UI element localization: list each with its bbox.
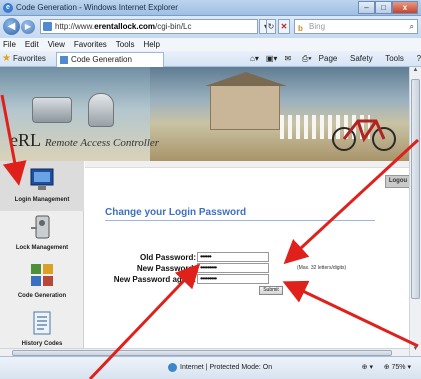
scroll-up-icon[interactable]: ▲ bbox=[410, 67, 421, 77]
favorites-button[interactable]: ★ Favorites bbox=[2, 51, 46, 67]
sidebar-item-label: Code Generation bbox=[17, 293, 67, 299]
menu-favorites[interactable]: Favorites bbox=[74, 38, 107, 51]
knob-lock-image bbox=[88, 93, 114, 127]
refresh-icon[interactable]: ↻ bbox=[266, 19, 276, 34]
maximize-button[interactable]: □ bbox=[375, 1, 392, 14]
status-bar: Internet | Protected Mode: On ⊕ ▾ ⊕ 75% … bbox=[0, 356, 421, 379]
old-password-row: Old Password: •••••• bbox=[85, 252, 409, 263]
url-prefix: http://www. bbox=[55, 22, 95, 31]
new-password-label: New Password: bbox=[136, 264, 196, 273]
menu-view[interactable]: View bbox=[48, 38, 65, 51]
security-zone[interactable]: Internet | Protected Mode: On bbox=[168, 357, 272, 379]
search-icon[interactable]: ⌕ bbox=[410, 20, 414, 33]
scroll-down-icon[interactable]: ▼ bbox=[410, 346, 421, 356]
page-icon bbox=[60, 56, 68, 64]
password-hint: (Max. 32 letters/digits) bbox=[297, 265, 347, 271]
old-password-input[interactable]: •••••• bbox=[197, 252, 269, 262]
confirm-password-label: New Password again: bbox=[113, 275, 196, 284]
sidebar-item-lock-management[interactable]: Lock Management bbox=[0, 209, 84, 259]
logo-tagline: Remote Access Controller bbox=[44, 137, 160, 149]
browser-window: e Code Generation - Windows Internet Exp… bbox=[0, 0, 421, 379]
document-icon bbox=[33, 311, 51, 335]
sidebar-item-code-generation[interactable]: Code Generation bbox=[0, 257, 84, 307]
menu-tools[interactable]: Tools bbox=[116, 38, 135, 51]
main-panel: Logou Change your Login Password Old Pas… bbox=[85, 161, 409, 356]
menu-help[interactable]: Help bbox=[143, 38, 159, 51]
main-topbar bbox=[85, 161, 409, 168]
title-bar: e Code Generation - Windows Internet Exp… bbox=[0, 0, 421, 16]
sidebar-item-label: Login Management bbox=[14, 197, 70, 203]
keypad-lock-image bbox=[32, 97, 72, 123]
url-suffix: /cgi-bin/Lc bbox=[155, 22, 192, 31]
favorites-bar: ★ Favorites Code Generation ⌂▾ ▣▾ ✉▾ ⎙▾ … bbox=[0, 51, 421, 79]
search-placeholder: Bing bbox=[309, 22, 326, 31]
logout-button[interactable]: Logou bbox=[385, 175, 409, 188]
close-button[interactable]: x bbox=[392, 1, 418, 14]
window-title: Code Generation - Windows Internet Explo… bbox=[16, 3, 178, 12]
logo-text: eRL bbox=[10, 130, 41, 150]
zoom-level[interactable]: ⊕ 75% ▾ bbox=[384, 357, 411, 379]
page-content: eRL Remote Access Controller Login Manag… bbox=[0, 67, 409, 356]
zoom-text: 75% bbox=[391, 364, 406, 371]
favorites-label: Favorites bbox=[13, 54, 46, 63]
tab-code-generation[interactable]: Code Generation bbox=[56, 52, 164, 67]
page-icon bbox=[43, 22, 52, 31]
vertical-scroll-thumb[interactable] bbox=[411, 79, 420, 299]
sidebar-item-label: History Codes bbox=[21, 341, 63, 347]
url-domain: erentallock.com bbox=[94, 22, 156, 31]
ie-icon: e bbox=[3, 3, 13, 13]
status-tools-icon[interactable]: ⊕ ▾ bbox=[362, 357, 373, 379]
lock-product-image bbox=[10, 79, 114, 129]
search-input[interactable]: b Bing ⌕ bbox=[294, 19, 418, 34]
forward-button[interactable]: ▶ bbox=[21, 20, 35, 34]
star-icon: ★ bbox=[2, 53, 11, 64]
site-logo: eRL Remote Access Controller bbox=[10, 130, 240, 150]
zoom-icon: ⊕ bbox=[383, 364, 390, 371]
house-image bbox=[205, 72, 287, 130]
tab-label: Code Generation bbox=[71, 55, 132, 64]
minimize-button[interactable]: – bbox=[358, 1, 375, 14]
title-divider bbox=[105, 220, 375, 221]
sidebar-item-label: Lock Management bbox=[15, 245, 69, 251]
bicycle-image bbox=[332, 119, 396, 151]
submit-button[interactable]: Submit bbox=[259, 286, 283, 295]
sidebar-item-login-management[interactable]: Login Management bbox=[0, 161, 84, 211]
address-bar: ◀ ▶ http://www.erentallock.com/cgi-bin/L… bbox=[0, 16, 421, 38]
page-title: Change your Login Password bbox=[105, 207, 247, 218]
url-input[interactable]: http://www.erentallock.com/cgi-bin/Lc bbox=[40, 19, 258, 34]
site-sidebar: Login Management Lock Management Code Ge… bbox=[0, 161, 84, 356]
menu-file[interactable]: File bbox=[3, 38, 16, 51]
new-password-input[interactable]: ••••••••• bbox=[197, 263, 269, 273]
old-password-label: Old Password: bbox=[139, 253, 196, 262]
globe-icon bbox=[168, 363, 177, 372]
puzzle-icon bbox=[31, 264, 53, 286]
confirm-password-row: New Password again: ••••••••• bbox=[85, 274, 409, 285]
menu-bar: File Edit View Favorites Tools Help bbox=[0, 38, 421, 51]
stop-icon[interactable]: ✕ bbox=[278, 19, 290, 34]
horizontal-scrollbar[interactable] bbox=[0, 348, 409, 356]
vertical-scrollbar[interactable]: ▲ ▼ bbox=[409, 67, 421, 356]
lock-icon bbox=[31, 215, 50, 239]
monitor-icon bbox=[30, 168, 54, 190]
security-zone-text: Internet | Protected Mode: On bbox=[180, 364, 273, 371]
new-password-row: New Password: ••••••••• (Max. 32 letters… bbox=[85, 263, 409, 274]
menu-edit[interactable]: Edit bbox=[25, 38, 39, 51]
confirm-password-input[interactable]: ••••••••• bbox=[197, 274, 269, 284]
bing-icon: b bbox=[298, 24, 303, 33]
site-banner: eRL Remote Access Controller bbox=[0, 67, 409, 161]
back-button[interactable]: ◀ bbox=[3, 18, 20, 35]
